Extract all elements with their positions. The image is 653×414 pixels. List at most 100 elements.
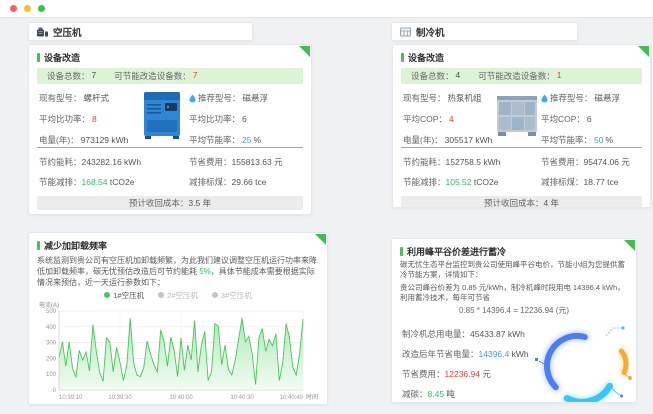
chiller-retrofit-panel: 设备改造 设备总数： 4 可节能改造设备数： 1 现有型号： 热泵机组 平均COP： 4… xyxy=(392,44,651,208)
recommended-model-value: 磁悬浮 xyxy=(242,93,269,103)
current-model-value: 螺杆式 xyxy=(83,93,110,103)
y-axis-label: 电流(A) xyxy=(39,301,59,309)
legend-item-2#空压机[interactable]: 2#空压机 xyxy=(158,290,198,301)
y-tick: 500 xyxy=(46,309,57,315)
annual-energy-label: 电量(年)： xyxy=(39,135,79,145)
recommended-metric-label: 平均比功率： xyxy=(189,114,241,124)
device-summary-bar: 设备总数： 7 可节能改造设备数： 7 xyxy=(37,68,303,84)
saved-energy-label: 节约能耗： xyxy=(39,157,82,167)
saved-energy-label: 节约能耗： xyxy=(403,157,446,167)
window-chrome xyxy=(0,0,653,18)
compressor-icon xyxy=(37,27,48,37)
saved-cost-value: 95474.06 元 xyxy=(583,157,630,167)
droplet-icon xyxy=(189,94,196,103)
co2-reduction-value: 168.54 xyxy=(81,177,108,187)
recommended-model-label: 推荐型号： xyxy=(550,93,593,103)
zoom-button[interactable] xyxy=(38,5,45,12)
recommended-metric-value: 6 xyxy=(242,114,247,124)
saving-rate-label: 平均节能率： xyxy=(189,135,241,145)
panel-expand-corner[interactable] xyxy=(638,46,649,57)
cooling-stat-row: 制冷机总用电量：45433.87 kWh xyxy=(402,329,525,339)
saving-rate-value: 25 xyxy=(242,135,252,145)
upgradable-devices-label: 可节能改造设备数： xyxy=(478,71,555,81)
payback-bar: 预计收回成本：4 年 xyxy=(401,196,642,208)
y-tick: 300 xyxy=(46,341,57,347)
total-devices-label: 设备总数： xyxy=(47,71,90,81)
current-metric-value: 4 xyxy=(448,114,454,124)
cooling-storage-panel: 利用峰平谷价差进行蓄冷 碳无忧生态平台监控到贵公司使用峰平谷电价，节能小组为您提… xyxy=(391,238,637,403)
panel-expand-corner[interactable] xyxy=(624,240,635,251)
total-devices-label: 设备总数： xyxy=(411,71,454,81)
title-marker xyxy=(37,241,40,250)
cooling-stat-row: 节省费用：12236.94 元 xyxy=(402,369,491,379)
coal-reduction-value: 18.77 tce xyxy=(583,177,619,187)
payback-label: 预计收回成本： xyxy=(128,198,189,208)
chiller-header-title: 制冷机 xyxy=(416,27,445,39)
current-line-chart[interactable]: 0 100 200 300 400 500 10:39:10 10:39:30 10:40:00… xyxy=(37,300,321,404)
coal-reduction-label: 减排标煤： xyxy=(541,177,584,187)
upgradable-devices-label: 可节能改造设备数： xyxy=(114,71,191,81)
saving-rate-value: 50 xyxy=(594,135,604,145)
current-model-label: 现有型号： xyxy=(403,93,446,103)
upgradable-devices-value: 7 xyxy=(192,70,198,80)
x-tick: 10:40:49 xyxy=(280,395,304,401)
current-model-label: 现有型号： xyxy=(39,93,82,103)
current-model-value: 热泵机组 xyxy=(447,93,482,103)
payback-value: 4 年 xyxy=(543,198,560,208)
minimize-button[interactable] xyxy=(24,5,31,12)
saving-rate-unit: % xyxy=(605,135,614,145)
y-tick: 100 xyxy=(46,372,57,378)
panel-title: 设备改造 xyxy=(408,53,445,63)
saving-rate-label: 平均节能率： xyxy=(541,135,593,145)
x-tick: 10:39:10 xyxy=(59,395,83,401)
y-tick: 200 xyxy=(46,356,57,362)
total-devices-value: 4 xyxy=(455,70,461,80)
load-panel-description: 系统监测到贵公司有空压机加卸载频繁，为此我们建议调整空压机运行功率来降低加卸载频… xyxy=(37,256,317,287)
saved-cost-label: 节省费用： xyxy=(541,157,584,167)
co2-reduction-value: 105.52 xyxy=(445,177,472,187)
y-tick: 0 xyxy=(53,388,57,394)
chiller-icon xyxy=(400,27,411,37)
title-marker xyxy=(400,247,403,256)
compressor-header-title: 空压机 xyxy=(53,27,82,39)
co2-reduction-label: 节能减排： xyxy=(39,177,82,187)
title-marker xyxy=(401,53,404,62)
recommended-model-value: 磁悬浮 xyxy=(594,93,621,103)
total-devices-value: 7 xyxy=(91,70,97,80)
recommended-model-label: 推荐型号： xyxy=(198,93,241,103)
legend-item-1#空压机[interactable]: 1#空压机 xyxy=(104,290,144,301)
current-metric-value: 8 xyxy=(92,114,97,124)
annual-energy-value: 973129 kWh xyxy=(80,135,129,145)
recommended-metric-label: 平均COP： xyxy=(541,114,585,124)
x-axis-label: 时间 xyxy=(306,393,318,401)
close-button[interactable] xyxy=(10,5,17,12)
cooling-stat-row: 减碳：8.45 吨 xyxy=(402,389,455,399)
savings-donut-chart[interactable] xyxy=(530,316,632,402)
legend-item-3#空压机[interactable]: 3#空压机 xyxy=(211,290,252,301)
compressor-image xyxy=(141,90,183,140)
droplet-icon xyxy=(541,94,548,103)
panel-title: 利用峰平谷价差进行蓄冷 xyxy=(407,247,507,257)
x-tick: 10:40:30 xyxy=(230,395,254,401)
y-tick: 400 xyxy=(46,325,57,331)
payback-bar: 预计收回成本：3.5 年 xyxy=(37,196,303,210)
co2-reduction-unit: tCO2e xyxy=(107,177,135,187)
saved-cost-value: 155813.63 元 xyxy=(231,157,283,167)
green-divider xyxy=(37,147,303,148)
panel-expand-corner[interactable] xyxy=(299,46,310,57)
cooling-panel-intro: 碳无忧生态平台监控到贵公司使用峰平谷电价，节能小组为您提供蓄冷节能方案，详情如下… xyxy=(400,260,625,279)
saved-energy-value: 152758.5 kWh xyxy=(445,157,501,167)
coal-reduction-value: 29.66 tce xyxy=(231,177,267,187)
annual-energy-label: 电量(年)： xyxy=(403,135,443,145)
recommended-metric-value: 6 xyxy=(586,114,592,124)
panel-expand-corner[interactable] xyxy=(315,234,326,245)
cooling-stats-list: 制冷机总用电量：45433.87 kWh 改造后年节省电量：14396.4 kWh… xyxy=(402,328,529,400)
payback-label: 预计收回成本： xyxy=(483,198,544,208)
compressor-retrofit-panel: 设备改造 设备总数： 7 可节能改造设备数： 7 现有型号： 螺杆式 平均比功率： 8 … xyxy=(28,44,312,215)
upgradable-devices-value: 1 xyxy=(556,70,562,80)
current-metric-label: 平均COP： xyxy=(403,114,447,124)
compressor-header: 空压机 xyxy=(28,22,253,41)
annual-energy-value: 305517 kWh xyxy=(444,135,493,145)
chiller-image xyxy=(495,90,541,138)
current-metric-label: 平均比功率： xyxy=(39,114,91,124)
